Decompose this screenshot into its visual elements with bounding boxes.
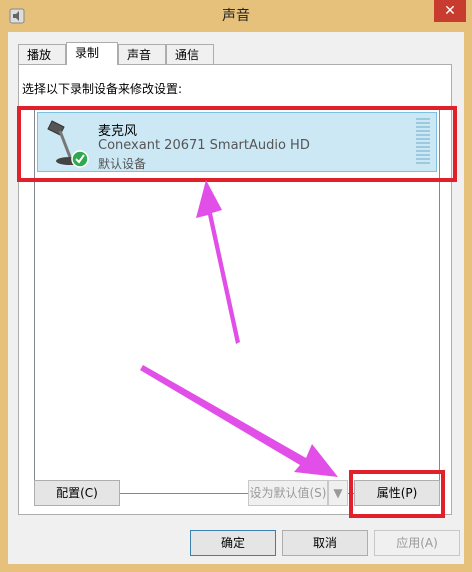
tab-recording[interactable]: 录制 [66, 42, 118, 65]
title-bar[interactable]: 声音 ✕ [0, 0, 472, 32]
tab-sounds[interactable]: 声音 [118, 44, 166, 64]
tab-communications[interactable]: 通信 [166, 44, 214, 64]
highlight-box-properties [349, 470, 445, 518]
instruction-text: 选择以下录制设备来修改设置: [22, 82, 183, 96]
ok-button[interactable]: 确定 [190, 530, 276, 556]
window-frame-right [464, 32, 472, 572]
tab-playback[interactable]: 播放 [18, 44, 66, 64]
window-frame-bottom [0, 564, 472, 572]
set-default-dropdown-button[interactable]: ▼ [328, 480, 348, 506]
sound-dialog: 声音 ✕ 播放 录制 声音 通信 选择以下录制设备来修改设置: 麦克风 Cone… [0, 0, 472, 572]
window-title: 声音 [222, 8, 250, 24]
cancel-button[interactable]: 取消 [282, 530, 368, 556]
close-button[interactable]: ✕ [434, 0, 466, 22]
highlight-box-device [17, 106, 457, 182]
set-default-button[interactable]: 设为默认值(S) [248, 480, 328, 506]
apply-button[interactable]: 应用(A) [374, 530, 460, 556]
window-frame-left [0, 32, 8, 572]
configure-button[interactable]: 配置(C) [34, 480, 120, 506]
